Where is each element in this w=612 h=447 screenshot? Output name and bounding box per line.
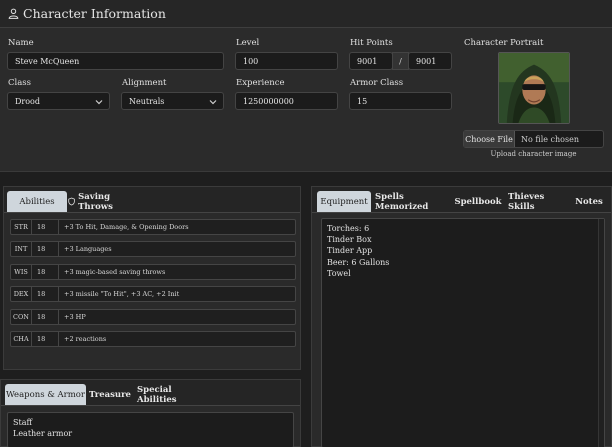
alignment-label: Alignment	[122, 78, 167, 88]
ability-row-cha: CHA 18 +2 reactions	[10, 331, 296, 347]
equipment-tabbar: Equipment Spells Memorized Spellbook Thi…	[312, 187, 611, 213]
user-icon	[8, 8, 19, 19]
chevron-down-icon	[95, 100, 103, 105]
tab-notes-label: Notes	[575, 196, 603, 207]
tab-spellbook[interactable]: Spellbook	[453, 191, 503, 212]
level-input[interactable]: 100	[235, 52, 338, 70]
ability-description: +3 To Hit, Damage, & Opening Doors	[64, 223, 189, 231]
choose-file-button[interactable]: Choose File	[464, 131, 515, 147]
weapons-tabbar: Weapons & Armor Treasure Special Abiliti…	[1, 380, 300, 406]
ability-row-str: STR 18 +3 To Hit, Damage, & Opening Doors	[10, 219, 296, 235]
character-info-header: Character Information	[0, 0, 612, 28]
equipment-line: Tinder Box	[327, 235, 372, 245]
file-upload-control[interactable]: Choose File No file chosen	[463, 130, 604, 148]
ability-description: +3 Languages	[64, 245, 112, 254]
tab-equipment-label: Equipment	[320, 196, 368, 207]
tab-thieves-skills[interactable]: Thieves Skills	[508, 191, 568, 212]
tab-weapons-armor[interactable]: Weapons & Armor	[5, 384, 86, 405]
weapons-panel: Weapons & Armor Treasure Special Abiliti…	[0, 379, 301, 447]
hit-points-separator: /	[392, 52, 409, 70]
portrait-image	[499, 53, 569, 123]
tab-special-abilities[interactable]: Special Abilities	[137, 384, 205, 405]
tab-special-abilities-label: Special Abilities	[137, 384, 177, 405]
upload-hint: Upload character image	[490, 150, 577, 158]
hit-points-label: Hit Points	[350, 38, 393, 48]
character-portrait	[498, 52, 570, 124]
level-label: Level	[236, 38, 260, 48]
chevron-down-icon	[209, 100, 217, 105]
tab-thieves-skills-label: Thieves Skills	[508, 191, 545, 212]
ability-score[interactable]: 18	[32, 242, 59, 257]
experience-label: Experience	[236, 78, 285, 88]
ability-row-wis: WIS 18 +3 magic-based saving throws	[10, 263, 296, 280]
ability-name: STR	[11, 220, 32, 234]
ability-score[interactable]: 18	[32, 332, 59, 346]
class-label: Class	[8, 78, 32, 88]
alignment-select-value: Neutrals	[129, 96, 165, 106]
abilities-panel: Abilities Saving Throws STR 18 +3 To Hit, …	[3, 186, 301, 370]
equipment-line: Torches: 6	[327, 224, 370, 233]
abilities-tabbar: Abilities Saving Throws	[4, 187, 300, 213]
ability-name: INT	[11, 242, 32, 257]
equipment-line: Beer: 6 Gallons	[327, 257, 390, 267]
tab-weapons-armor-label: Weapons & Armor	[6, 389, 85, 400]
tab-abilities-label: Abilities	[19, 196, 55, 207]
alignment-select[interactable]: Neutrals	[121, 92, 224, 110]
file-status-text: No file chosen	[521, 134, 579, 144]
ability-description: +2 reactions	[64, 335, 107, 343]
tab-spells-memorized-label: Spells Memorized	[375, 191, 429, 212]
page-title: Character Information	[23, 6, 166, 21]
ability-score[interactable]: 18	[32, 264, 59, 279]
ability-description: +3 HP	[64, 312, 86, 321]
tab-treasure-label: Treasure	[89, 389, 131, 400]
tab-treasure[interactable]: Treasure	[88, 384, 132, 405]
experience-input[interactable]: 1250000000	[235, 92, 338, 110]
weapon-line: Staff	[13, 418, 33, 427]
ability-score[interactable]: 18	[32, 287, 59, 302]
ability-name: WIS	[11, 264, 32, 279]
ability-description: +3 magic-based saving throws	[64, 267, 166, 276]
equipment-line: Towel	[327, 268, 351, 278]
ability-score[interactable]: 18	[32, 220, 59, 234]
ability-score[interactable]: 18	[32, 309, 59, 324]
tab-saving-throws-label: Saving Throws	[78, 191, 113, 212]
ability-name: CON	[11, 309, 32, 324]
tab-spellbook-label: Spellbook	[454, 196, 502, 207]
tab-equipment[interactable]: Equipment	[317, 191, 371, 212]
weapons-textarea[interactable]: Staff Leather armor	[7, 412, 294, 447]
ability-row-int: INT 18 +3 Languages	[10, 241, 296, 258]
armor-class-input[interactable]: 15	[349, 92, 452, 110]
ability-name: DEX	[11, 287, 32, 302]
weapon-line: Leather armor	[13, 429, 73, 439]
equipment-panel: Equipment Spells Memorized Spellbook Thi…	[311, 186, 612, 447]
hit-points-current-input[interactable]: 9001	[349, 52, 393, 70]
portrait-label: Character Portrait	[464, 38, 544, 48]
shield-icon	[68, 197, 75, 206]
name-input[interactable]: Steve McQueen	[7, 52, 224, 70]
hit-points-max-input[interactable]: 9001	[408, 52, 452, 70]
tab-spells-memorized[interactable]: Spells Memorized	[375, 191, 449, 212]
armor-class-label: Armor Class	[350, 78, 404, 88]
ability-row-con: CON 18 +3 HP	[10, 308, 296, 325]
class-select-value: Drood	[15, 96, 40, 106]
character-info-panel: Character Information Name Level Hit Poi…	[0, 0, 612, 172]
ability-name: CHA	[11, 332, 32, 346]
class-select[interactable]: Drood	[7, 92, 110, 110]
equipment-textarea[interactable]: Torches: 6 Tinder Box Tinder App Beer: 6 Ga…	[321, 218, 605, 447]
tab-abilities[interactable]: Abilities	[7, 191, 67, 212]
ability-row-dex: DEX 18 +3 missile "To Hit", +3 AC, +2 Init	[10, 286, 296, 303]
tab-saving-throws[interactable]: Saving Throws	[68, 191, 140, 212]
tab-notes[interactable]: Notes	[574, 191, 604, 212]
equipment-line: Tinder App	[327, 246, 373, 256]
ability-description: +3 missile "To Hit", +3 AC, +2 Init	[64, 290, 180, 299]
equipment-scrollbar[interactable]	[598, 219, 604, 447]
name-label: Name	[8, 38, 34, 48]
